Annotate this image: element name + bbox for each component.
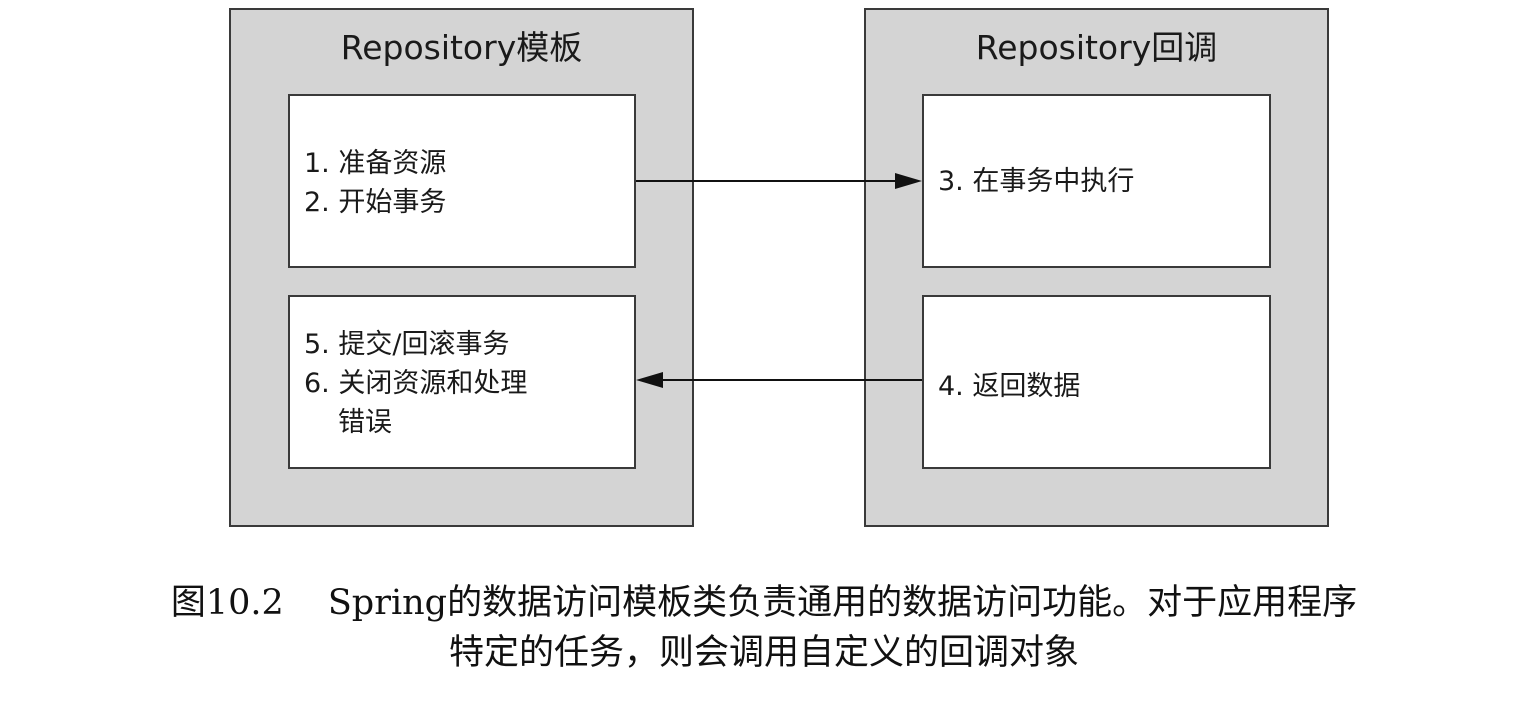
step-6-label: 6. 关闭资源和处理: [304, 368, 528, 399]
figure-caption-text-2: 特定的任务，则会调用自定义的回调对象: [448, 633, 1079, 673]
figure-number: 图10.2: [170, 583, 284, 623]
commit-close-box: 5. 提交/回滚事务 6. 关闭资源和处理 错误: [288, 295, 636, 469]
step-3-label: 3. 在事务中执行: [938, 166, 1135, 197]
commit-close-text: 5. 提交/回滚事务 6. 关闭资源和处理 错误: [304, 325, 527, 442]
figure-caption-text-1: Spring的数据访问模板类负责通用的数据访问功能。对于应用程序: [327, 583, 1358, 623]
execute-in-transaction-box: 3. 在事务中执行: [922, 94, 1271, 268]
step-4-label: 4. 返回数据: [938, 371, 1081, 402]
step-2-label: 2. 开始事务: [304, 187, 447, 218]
repository-callback-title: Repository回调: [975, 28, 1218, 67]
step-5-label: 5. 提交/回滚事务: [304, 329, 510, 360]
repository-template-title: Repository模板: [340, 28, 583, 67]
prepare-transaction-box: 1. 准备资源 2. 开始事务: [288, 94, 636, 268]
figure-caption-line-2: 特定的任务，则会调用自定义的回调对象: [0, 630, 1528, 676]
figure-caption-line-1: 图10.2 Spring的数据访问模板类负责通用的数据访问功能。对于应用程序: [0, 580, 1528, 626]
step-6-label-continued: 错误: [338, 407, 392, 438]
return-data-box: 4. 返回数据: [922, 295, 1271, 469]
step-1-label: 1. 准备资源: [304, 148, 447, 179]
execute-in-transaction-text: 3. 在事务中执行: [938, 162, 1134, 201]
return-data-text: 4. 返回数据: [938, 367, 1080, 406]
prepare-transaction-text: 1. 准备资源 2. 开始事务: [304, 144, 446, 222]
